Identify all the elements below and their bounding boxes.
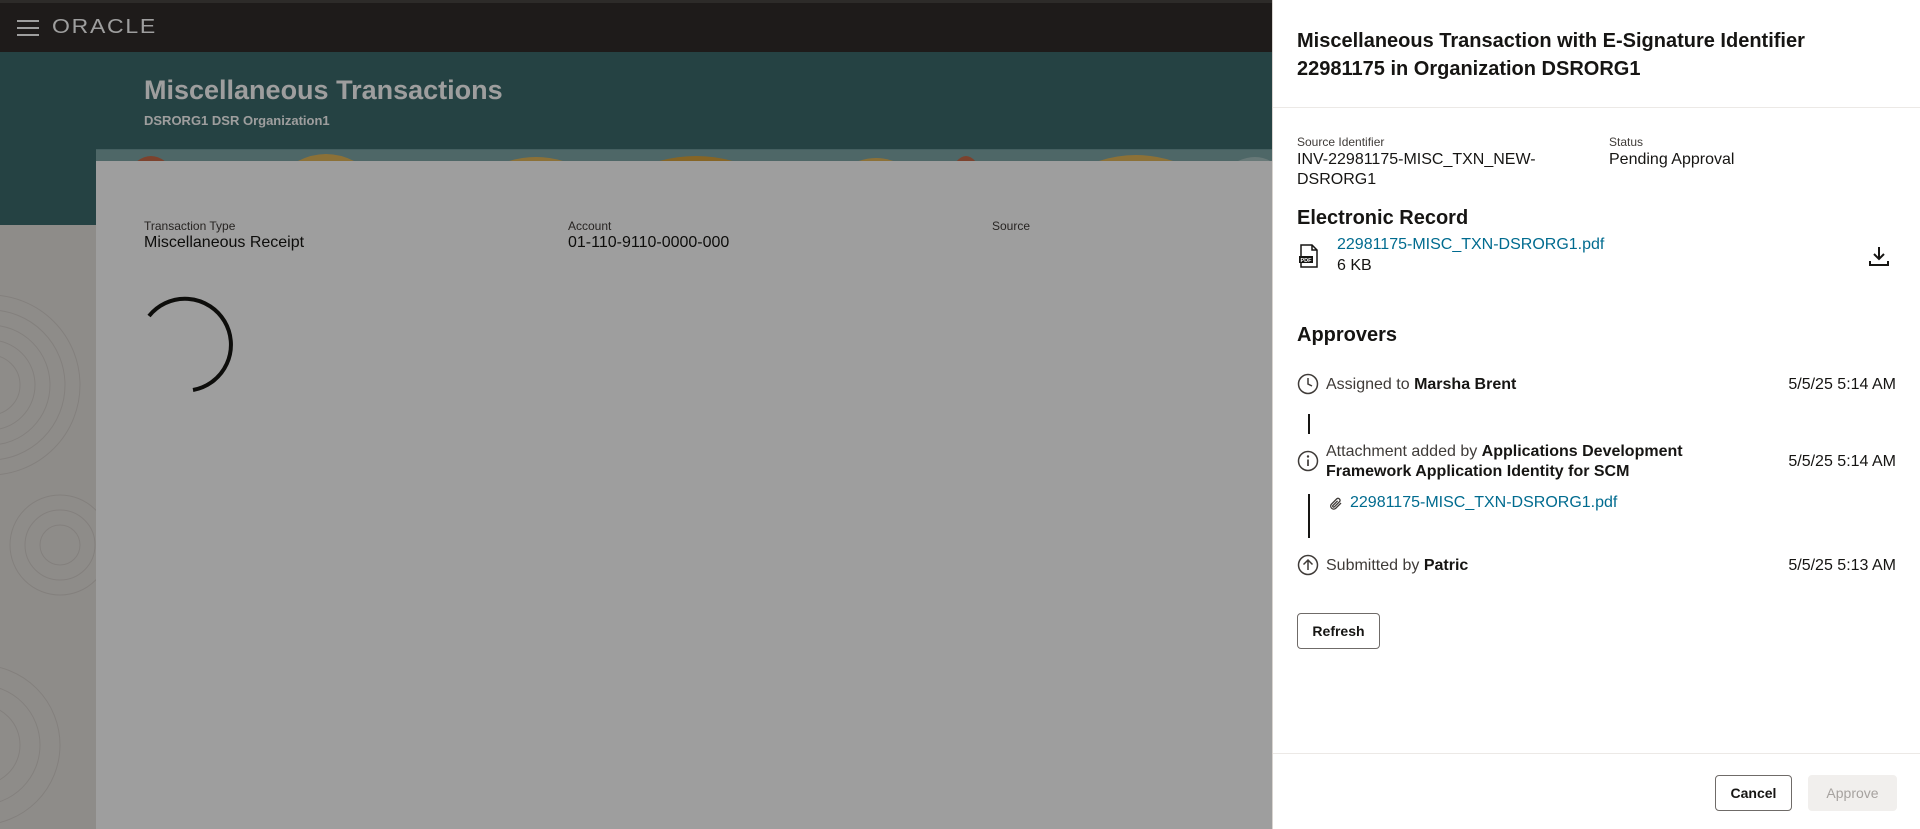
- source-identifier-label: Source Identifier: [1297, 135, 1385, 149]
- clock-icon: [1297, 373, 1319, 395]
- pdf-file-icon: PDF: [1299, 244, 1318, 268]
- approver-name: Marsha Brent: [1414, 376, 1517, 393]
- electronic-record-file-link[interactable]: 22981175-MISC_TXN-DSRORG1.pdf: [1337, 236, 1604, 254]
- modal-scrim[interactable]: [0, 0, 1272, 829]
- arrow-up-circle-icon: [1297, 554, 1319, 576]
- refresh-button[interactable]: Refresh: [1297, 613, 1380, 649]
- attachment-file-link[interactable]: 22981175-MISC_TXN-DSRORG1.pdf: [1350, 494, 1617, 512]
- approve-button[interactable]: Approve: [1808, 775, 1897, 811]
- approver-timestamp: 5/5/25 5:14 AM: [1788, 453, 1896, 470]
- approver-action: Submitted by: [1326, 557, 1424, 574]
- svg-text:PDF: PDF: [1301, 258, 1313, 264]
- drawer-footer: Cancel Approve: [1273, 753, 1920, 829]
- timeline-connector: [1308, 494, 1310, 538]
- e-signature-drawer: Miscellaneous Transaction with E-Signatu…: [1272, 0, 1920, 829]
- approver-entry-attachment: Attachment added by Applications Develop…: [1326, 442, 1716, 482]
- electronic-record-file-size: 6 KB: [1337, 257, 1372, 274]
- approver-timestamp: 5/5/25 5:13 AM: [1788, 557, 1896, 574]
- approver-action: Attachment added by: [1326, 443, 1482, 460]
- drawer-header: Miscellaneous Transaction with E-Signatu…: [1273, 0, 1920, 108]
- timeline-connector: [1308, 414, 1310, 434]
- status-value: Pending Approval: [1609, 151, 1735, 168]
- paperclip-icon: [1330, 497, 1342, 510]
- electronic-record-heading: Electronic Record: [1297, 207, 1469, 229]
- approver-entry-assigned: Assigned to Marsha Brent: [1326, 375, 1716, 395]
- approver-entry-submitted: Submitted by Patric: [1326, 556, 1716, 576]
- cancel-button[interactable]: Cancel: [1715, 775, 1792, 811]
- approvers-heading: Approvers: [1297, 324, 1398, 346]
- download-icon[interactable]: [1867, 244, 1891, 268]
- approver-action: Assigned to: [1326, 376, 1415, 393]
- approver-name: Patric: [1423, 557, 1469, 574]
- source-identifier-value: INV-22981175-MISC_TXN_NEW-DSRORG1: [1297, 151, 1536, 188]
- info-icon: [1297, 450, 1319, 472]
- drawer-title: Miscellaneous Transaction with E-Signatu…: [1297, 30, 1805, 80]
- status-label: Status: [1609, 135, 1644, 149]
- approver-timestamp: 5/5/25 5:14 AM: [1788, 376, 1896, 393]
